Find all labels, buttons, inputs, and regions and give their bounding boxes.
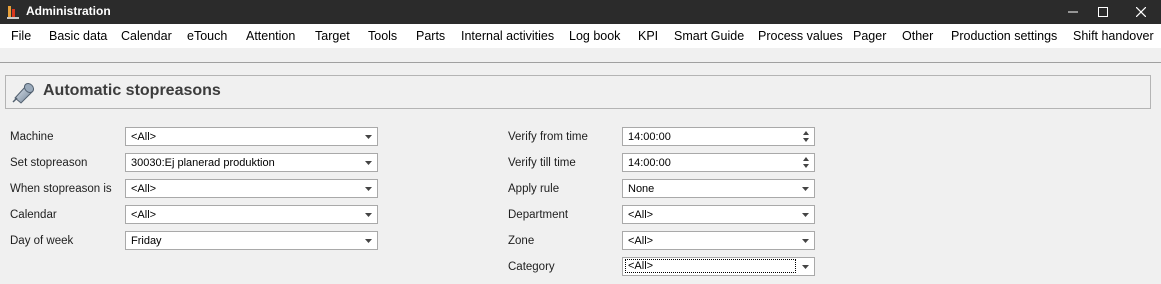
maximize-icon xyxy=(1098,7,1108,17)
chevron-down-icon xyxy=(802,265,809,269)
chevron-down-icon xyxy=(365,187,372,191)
verify-from-label: Verify from time xyxy=(508,131,588,143)
menu-other[interactable]: Other xyxy=(902,29,933,43)
close-icon xyxy=(1136,7,1146,17)
chevron-down-icon xyxy=(802,187,809,191)
menu-etouch[interactable]: eTouch xyxy=(187,29,227,43)
maximize-button[interactable] xyxy=(1083,0,1123,24)
chevron-down-icon xyxy=(802,213,809,217)
category-label: Category xyxy=(508,261,555,273)
header-panel: Automatic stopreasons xyxy=(5,75,1151,109)
menu-file[interactable]: File xyxy=(11,29,31,43)
department-select[interactable]: <All> xyxy=(622,205,815,224)
spin-down-icon[interactable] xyxy=(803,138,809,142)
menu-shift-handover[interactable]: Shift handover xyxy=(1073,29,1154,43)
menu-smart-guide[interactable]: Smart Guide xyxy=(674,29,744,43)
menu-calendar[interactable]: Calendar xyxy=(121,29,172,43)
zone-value: <All> xyxy=(628,235,654,247)
menu-production-settings[interactable]: Production settings xyxy=(951,29,1057,43)
chevron-down-icon xyxy=(802,239,809,243)
spin-down-icon[interactable] xyxy=(803,164,809,168)
department-value: <All> xyxy=(628,209,654,221)
window-title: Administration xyxy=(26,4,111,18)
machine-select[interactable]: <All> xyxy=(125,127,378,146)
when-stopreason-value: <All> xyxy=(131,183,157,195)
day-of-week-select[interactable]: Friday xyxy=(125,231,378,250)
day-of-week-label: Day of week xyxy=(10,235,74,247)
category-select[interactable]: <All> xyxy=(622,257,815,276)
menu-target[interactable]: Target xyxy=(315,29,350,43)
calendar-label: Calendar xyxy=(10,209,57,221)
category-value: <All> xyxy=(625,259,796,273)
menu-attention[interactable]: Attention xyxy=(246,29,295,43)
set-stopreason-value: 30030:Ej planerad produktion xyxy=(131,157,275,169)
calendar-select[interactable]: <All> xyxy=(125,205,378,224)
chevron-down-icon xyxy=(365,135,372,139)
title-bar: Administration xyxy=(0,0,1161,24)
chevron-down-icon xyxy=(365,239,372,243)
apply-rule-select[interactable]: None xyxy=(622,179,815,198)
zone-select[interactable]: <All> xyxy=(622,231,815,250)
menu-process-values[interactable]: Process values xyxy=(758,29,843,43)
menu-kpi[interactable]: KPI xyxy=(638,29,658,43)
close-button[interactable] xyxy=(1121,0,1161,24)
menu-parts[interactable]: Parts xyxy=(416,29,445,43)
calendar-value: <All> xyxy=(131,209,157,221)
apply-rule-value: None xyxy=(628,183,655,195)
when-stopreason-select[interactable]: <All> xyxy=(125,179,378,198)
menu-bar: File Basic data Calendar eTouch Attentio… xyxy=(0,24,1161,48)
verify-till-time-input[interactable]: 14:00:00 xyxy=(622,153,815,172)
when-stopreason-label: When stopreason is xyxy=(10,183,112,195)
zone-label: Zone xyxy=(508,235,535,247)
page-title: Automatic stopreasons xyxy=(43,82,221,99)
menu-pager[interactable]: Pager xyxy=(853,29,886,43)
verify-till-value: 14:00:00 xyxy=(628,157,671,169)
chevron-down-icon xyxy=(365,161,372,165)
verify-from-value: 14:00:00 xyxy=(628,131,671,143)
minimize-icon xyxy=(1068,11,1078,13)
department-label: Department xyxy=(508,209,569,221)
menu-tools[interactable]: Tools xyxy=(368,29,397,43)
header-pin-icon xyxy=(12,82,35,104)
app-icon xyxy=(7,6,19,19)
spin-up-icon[interactable] xyxy=(803,131,809,135)
machine-label: Machine xyxy=(10,131,54,143)
day-of-week-value: Friday xyxy=(131,235,162,247)
divider xyxy=(0,62,1161,63)
menu-internal-activities[interactable]: Internal activities xyxy=(461,29,554,43)
menu-basic-data[interactable]: Basic data xyxy=(49,29,107,43)
set-stopreason-label: Set stopreason xyxy=(10,157,88,169)
apply-rule-label: Apply rule xyxy=(508,183,560,195)
chevron-down-icon xyxy=(365,213,372,217)
set-stopreason-select[interactable]: 30030:Ej planerad produktion xyxy=(125,153,378,172)
verify-from-time-input[interactable]: 14:00:00 xyxy=(622,127,815,146)
menu-log-book[interactable]: Log book xyxy=(569,29,620,43)
machine-value: <All> xyxy=(131,131,157,143)
spin-up-icon[interactable] xyxy=(803,157,809,161)
verify-till-label: Verify till time xyxy=(508,157,576,169)
